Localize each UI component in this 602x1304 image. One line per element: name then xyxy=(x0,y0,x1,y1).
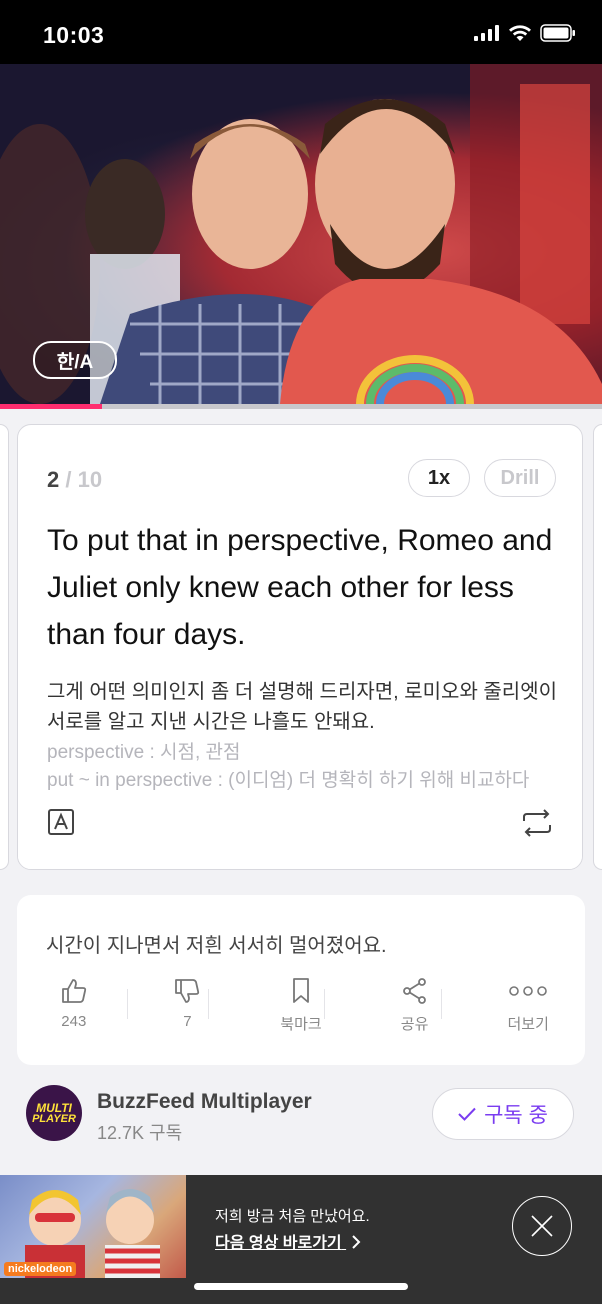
next-video-link-label: 다음 영상 바로가기 xyxy=(215,1235,342,1252)
next-video-link[interactable]: 다음 영상 바로가기 xyxy=(215,1229,362,1253)
dislike-count: 7 xyxy=(183,1013,192,1030)
previous-card-peek[interactable] xyxy=(0,424,9,870)
english-sentence: To put that in perspective, Romeo and Ju… xyxy=(47,524,553,651)
card-fade-overlay xyxy=(18,789,582,869)
close-banner-button[interactable] xyxy=(512,1196,572,1256)
thumbs-up-icon xyxy=(61,979,86,1003)
channel-row: MULTI PLAYER BuzzFeed Multiplayer 12.7K … xyxy=(0,1073,602,1173)
share-button[interactable]: 공유 xyxy=(358,977,472,1034)
subscribed-label: 구독 중 xyxy=(484,1104,548,1127)
speed-button[interactable]: 1x xyxy=(408,459,470,497)
share-label: 공유 xyxy=(400,1016,429,1033)
vocabulary-notes: perspective : 시점, 관점 put ~ in perspectiv… xyxy=(47,739,557,795)
more-label: 더보기 xyxy=(507,1016,549,1033)
next-video-thumbnail[interactable]: nickelodeon xyxy=(0,1175,186,1278)
chevron-right-icon xyxy=(352,1235,361,1249)
translation-toggle-icon[interactable] xyxy=(47,808,75,836)
battery-icon xyxy=(540,24,575,42)
status-icons xyxy=(474,24,576,42)
like-count: 243 xyxy=(61,1013,87,1030)
share-icon xyxy=(402,978,426,1004)
cellular-signal-icon xyxy=(474,25,499,41)
close-icon xyxy=(531,1215,553,1237)
video-progress-fill xyxy=(0,404,103,409)
next-card-peek[interactable] xyxy=(593,424,602,870)
status-bar: 10:03 xyxy=(0,0,602,64)
repeat-icon[interactable] xyxy=(520,809,554,837)
sentence-card: 2 / 10 1x Drill To put that in perspecti… xyxy=(17,424,583,870)
next-video-title: 저희 방금 처음 만났어요. xyxy=(215,1208,370,1225)
subscribed-button[interactable]: 구독 중 xyxy=(432,1088,574,1140)
korean-translation: 그게 어떤 의미인지 좀 더 설명해 드리자면, 로미오와 줄리엣이 서로를 알… xyxy=(47,681,558,733)
bookmark-label: 북마크 xyxy=(280,1016,322,1033)
like-button[interactable]: 243 xyxy=(17,977,131,1034)
bookmark-button[interactable]: 북마크 xyxy=(244,977,358,1034)
more-icon xyxy=(509,986,547,996)
channel-subscribers: 12.7K 구독 xyxy=(97,1123,183,1143)
video-player[interactable]: 한/A xyxy=(0,64,602,404)
channel-avatar[interactable]: MULTI PLAYER xyxy=(26,1085,82,1141)
home-indicator[interactable] xyxy=(194,1283,408,1290)
action-divider xyxy=(324,989,325,1019)
action-divider xyxy=(441,989,442,1019)
video-info-panel: 시간이 지나면서 저흰 서서히 멀어졌어요. 243 7 북마크 공유 더보기 xyxy=(17,895,585,1065)
language-toggle-button[interactable]: 한/A xyxy=(33,341,117,379)
avatar-text-line2: PLAYER xyxy=(32,1112,76,1125)
video-caption: 시간이 지나면서 저흰 서서히 멀어졌어요. xyxy=(46,935,387,957)
avatar-text-line1: MULTI xyxy=(36,1100,72,1115)
action-divider xyxy=(208,989,209,1019)
status-time: 10:03 xyxy=(43,22,105,48)
check-icon xyxy=(458,1107,476,1121)
video-progress-bar[interactable] xyxy=(0,404,602,409)
sentence-total: / 10 xyxy=(65,467,103,492)
more-button[interactable]: 더보기 xyxy=(471,977,585,1034)
drill-button[interactable]: Drill xyxy=(484,459,556,497)
vocab-item: perspective : 시점, 관점 xyxy=(47,742,241,763)
action-divider xyxy=(127,989,128,1019)
action-bar: 243 7 북마크 공유 더보기 xyxy=(17,977,585,1034)
wifi-icon xyxy=(509,24,531,41)
thumbs-down-icon xyxy=(175,979,200,1003)
sentence-current: 2 xyxy=(47,467,60,492)
thumbnail-brand-label: nickelodeon xyxy=(4,1262,77,1276)
dislike-button[interactable]: 7 xyxy=(131,977,245,1034)
channel-name[interactable]: BuzzFeed Multiplayer xyxy=(97,1090,312,1114)
bookmark-icon xyxy=(293,978,309,1003)
sentence-counter: 2 / 10 xyxy=(47,467,102,493)
